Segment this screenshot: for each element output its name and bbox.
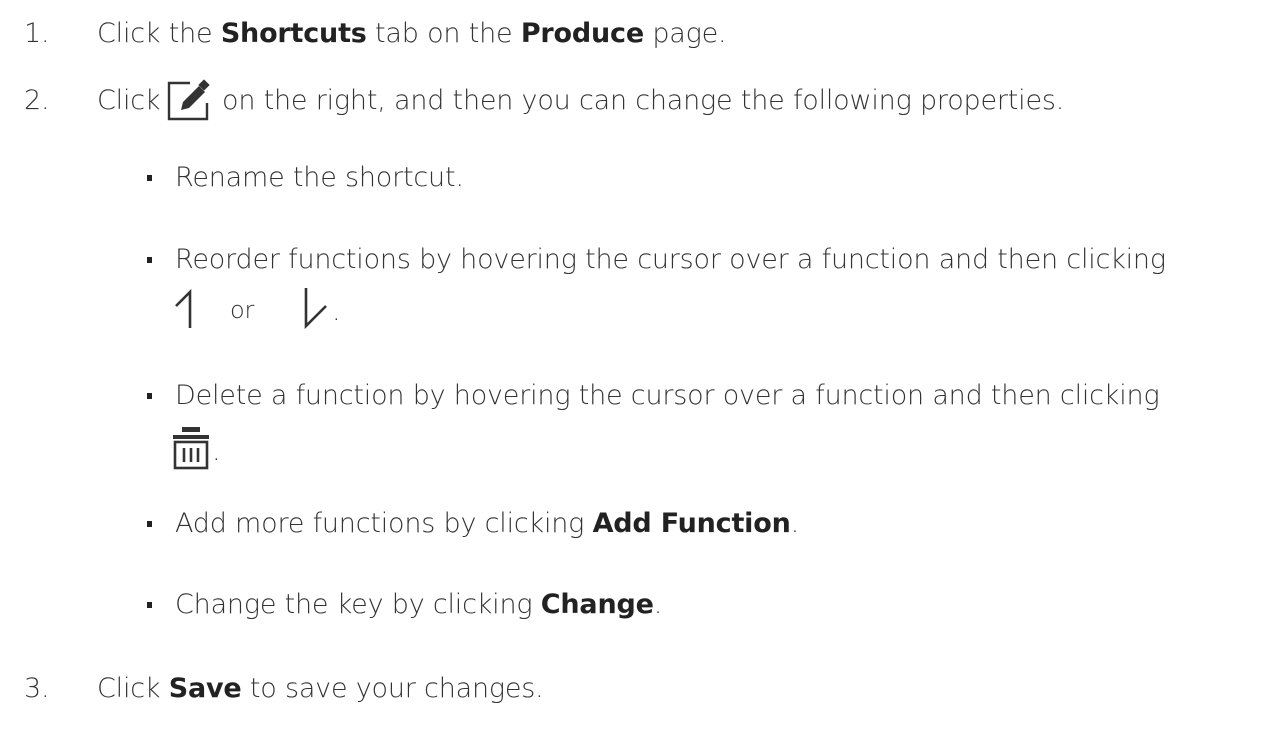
step-text: Click (97, 85, 161, 116)
save-label: Save (168, 673, 242, 704)
step-3: 3. Click Save to save your changes. (0, 673, 1285, 713)
bullet-delete: Delete a function by hovering the cursor… (0, 380, 1285, 480)
or-text: or (230, 296, 255, 324)
trash-icon (172, 426, 210, 470)
step-number: 2. (24, 85, 50, 116)
bullet-marker (147, 175, 152, 181)
bullet-marker (147, 257, 152, 263)
bullet-reorder: Reorder functions by hovering the cursor… (0, 244, 1285, 344)
bullet-add: Add more functions by clicking Add Funct… (0, 508, 1285, 548)
bullet-change: Change the key by clicking Change. (0, 589, 1285, 629)
bullet-text: Change the key by clicking Change. (175, 589, 663, 620)
edit-icon (166, 78, 210, 122)
bullet-marker (147, 393, 152, 399)
add-function-label: Add Function (592, 508, 791, 539)
step-text-continued: on the right, and then you can change th… (222, 85, 1065, 116)
shortcuts-tab-label: Shortcuts (220, 18, 367, 49)
bullet-marker (147, 521, 152, 527)
bullet-text: Rename the shortcut. (175, 162, 464, 193)
period-text: . (332, 296, 341, 327)
bullet-rename: Rename the shortcut. (0, 162, 1285, 202)
bullet-text: Delete a function by hovering the cursor… (175, 380, 1160, 411)
bullet-text: Add more functions by clicking Add Funct… (175, 508, 799, 539)
change-label: Change (540, 589, 654, 620)
produce-page-label: Produce (520, 18, 644, 49)
step-text: Click Save to save your changes. (97, 673, 544, 704)
bullet-text: Reorder functions by hovering the cursor… (175, 244, 1166, 275)
period-text: . (212, 436, 221, 467)
step-2: 2. Click on the right, and then you can … (0, 78, 1285, 128)
step-number: 3. (24, 673, 50, 704)
arrow-down-icon (300, 286, 334, 330)
step-text: Click the Shortcuts tab on the Produce p… (97, 18, 727, 49)
bullet-marker (147, 602, 152, 608)
arrow-up-icon (172, 286, 206, 330)
step-number: 1. (24, 18, 50, 49)
step-1: 1. Click the Shortcuts tab on the Produc… (0, 18, 1285, 58)
